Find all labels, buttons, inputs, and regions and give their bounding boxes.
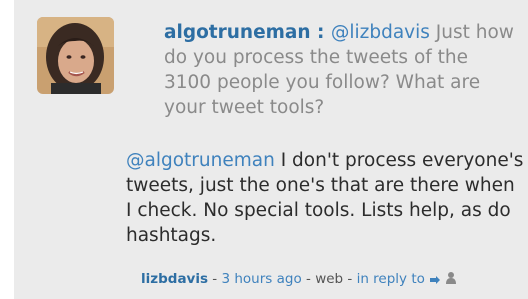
person-icon[interactable]	[445, 271, 457, 290]
avatar[interactable]	[37, 17, 114, 94]
quoted-tweet: algotruneman : @lizbdavis Just how do yo…	[164, 20, 514, 120]
quoted-mention-link[interactable]: @lizbdavis	[331, 22, 430, 43]
tweet-card: algotruneman : @lizbdavis Just how do yo…	[14, 0, 528, 299]
meta-separator: -	[301, 271, 316, 287]
reply-mention-link[interactable]: @algotruneman	[126, 150, 275, 171]
avatar-image	[37, 17, 114, 94]
meta-separator: -	[208, 271, 222, 287]
meta-source: web	[315, 271, 344, 287]
pointing-hand-icon[interactable]	[429, 272, 441, 290]
in-reply-to-link[interactable]: in reply to	[357, 271, 425, 287]
reply-tweet: @algotruneman I don't process everyone's…	[126, 148, 526, 248]
quoted-author-link[interactable]: algotruneman	[164, 22, 311, 43]
meta-timestamp-link[interactable]: 3 hours ago	[221, 271, 301, 287]
meta-username-link[interactable]: lizbdavis	[141, 271, 208, 287]
quoted-separator: :	[310, 22, 331, 43]
meta-separator: -	[343, 271, 357, 287]
tweet-meta: lizbdavis - 3 hours ago - web - in reply…	[141, 270, 528, 290]
